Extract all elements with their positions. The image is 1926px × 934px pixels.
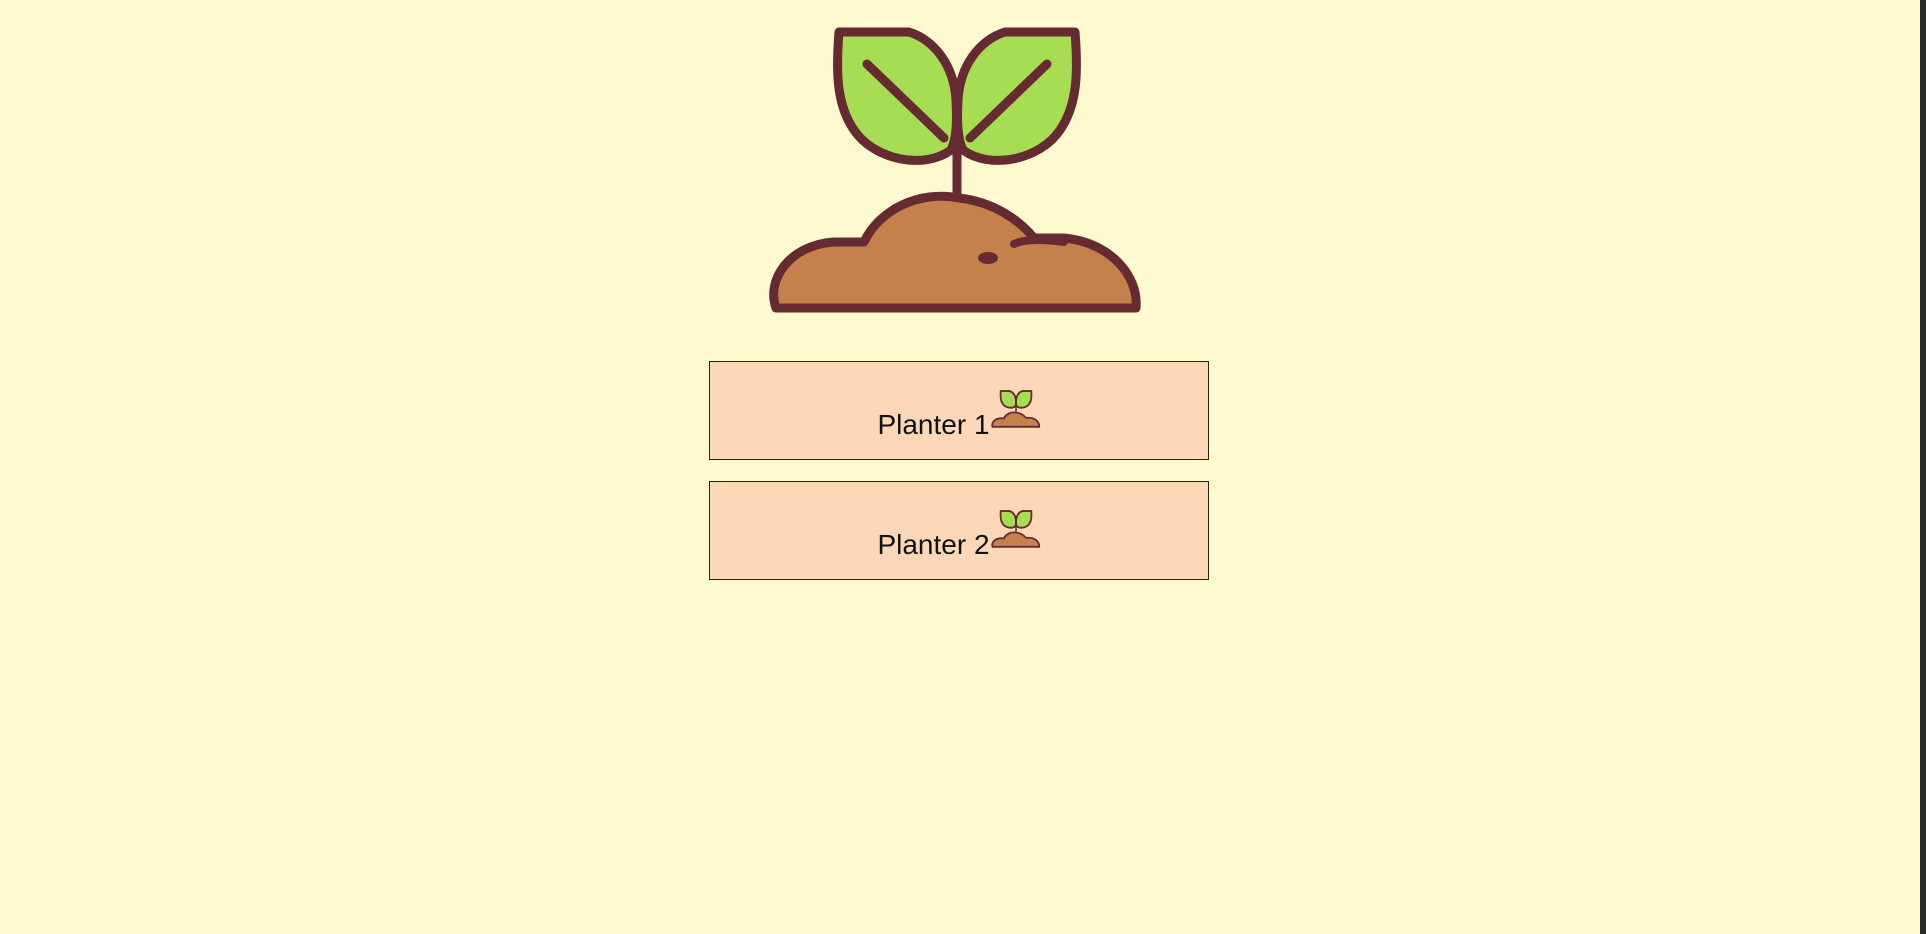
planter-2-button[interactable]: Planter 2 <box>709 481 1209 580</box>
planter-1-label: Planter 1 <box>877 409 990 440</box>
window-edge <box>1920 0 1926 934</box>
sprout-in-soil-icon <box>990 390 1040 428</box>
app-page: Planter 1 Planter 2 <box>0 0 1926 934</box>
sprout-in-soil-icon <box>990 510 1040 548</box>
planter-1-button[interactable]: Planter 1 <box>709 361 1209 460</box>
sprout-logo-icon <box>769 27 1141 313</box>
planter-2-label: Planter 2 <box>877 529 990 560</box>
